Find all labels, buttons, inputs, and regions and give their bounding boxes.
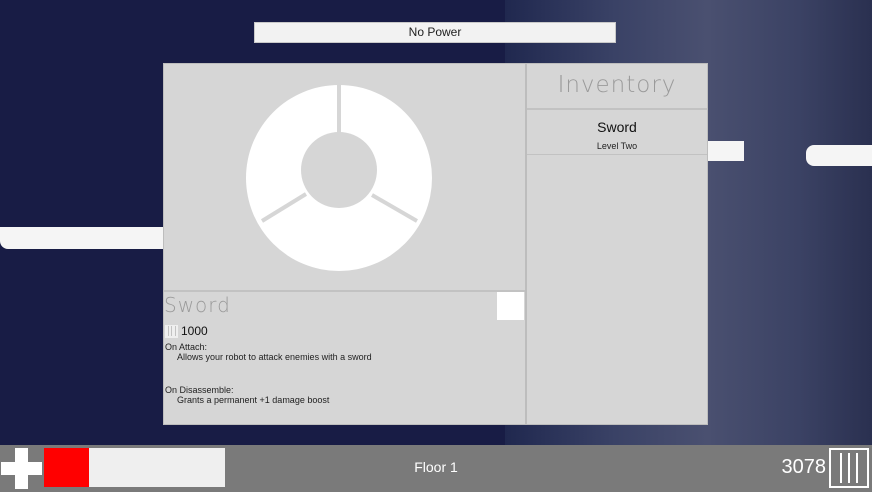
on-attach-section: On Attach: Allows your robot to attack e… (165, 342, 372, 362)
radial-ring-icon (246, 84, 432, 271)
on-attach-text: Allows your robot to attack enemies with… (177, 352, 372, 362)
cost-value: 1000 (181, 324, 208, 338)
inventory-title: Inventory (527, 64, 707, 110)
inventory-item[interactable]: Sword Level Two (527, 110, 707, 155)
on-attach-label: On Attach: (165, 342, 208, 352)
item-preview (164, 64, 525, 290)
panel-divider (164, 290, 525, 292)
currency-bars-icon (829, 448, 869, 488)
on-disassemble-label: On Disassemble: (165, 385, 234, 395)
currency-bars-icon (165, 324, 178, 338)
cost-row: 1000 (165, 324, 208, 338)
on-disassemble-section: On Disassemble: Grants a permanent +1 da… (165, 385, 329, 405)
inventory-item-name: Sword (597, 119, 637, 135)
inventory-panel: Inventory Sword Level Two (526, 63, 708, 425)
currency-value: 3078 (781, 456, 827, 478)
inventory-item-level: Level Two (596, 141, 638, 151)
item-slot-button[interactable] (497, 292, 524, 320)
background-platform-left (0, 227, 163, 249)
floor-label: Floor 1 (414, 459, 458, 475)
item-title: Sword (164, 293, 231, 317)
background-platform-right (806, 145, 872, 166)
on-disassemble-text: Grants a permanent +1 damage boost (177, 395, 330, 405)
bottom-hud: Floor 1 3078 (0, 445, 872, 492)
background-platform-mid (708, 141, 744, 161)
item-detail-panel: Sword 1000 On Attach: Allows your robot … (163, 63, 526, 425)
power-status-bar: No Power (254, 22, 616, 43)
